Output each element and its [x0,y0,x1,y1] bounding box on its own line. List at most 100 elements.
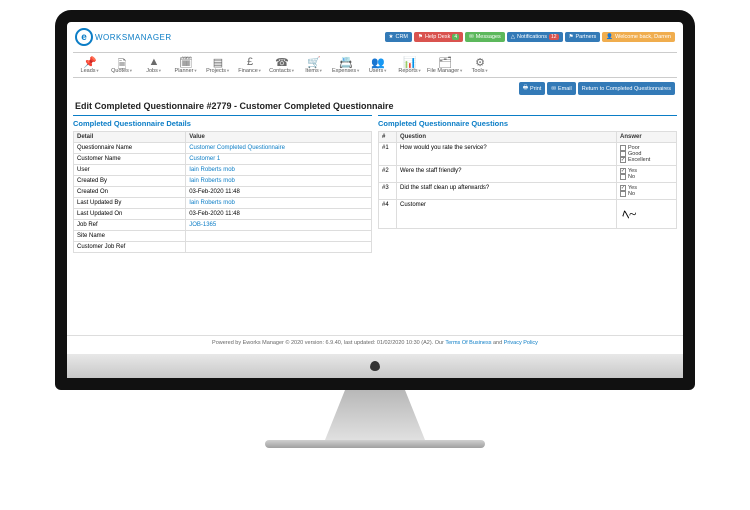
bell-icon: △ [511,34,515,40]
menu-icon: ⚙ [475,56,485,68]
page-title: Edit Completed Questionnaire #2779 - Cus… [73,99,677,115]
q-num: #3 [379,183,397,200]
terms-link[interactable]: Terms Of Business [445,340,491,346]
menu-tools[interactable]: ⚙Tools▼ [465,56,495,74]
mail-icon: ✉ [469,34,474,40]
detail-value: JOB-1365 [186,220,372,231]
menu-icon: 🗂 [438,56,452,68]
menu-jobs[interactable]: ▲Jobs▼ [139,56,169,74]
detail-row: Questionnaire NameCustomer Completed Que… [74,143,372,154]
col-answer: Answer [617,132,677,143]
menu-icon: ☎ [275,56,289,68]
q-text: Did the staff clean up afterwards? [397,183,617,200]
questions-heading: Completed Questionnaire Questions [378,116,677,131]
menu-icon: 🗎 [118,56,127,68]
detail-value [186,242,372,253]
detail-row: UserIain Roberts mob [74,165,372,176]
menu-reports[interactable]: 📊Reports▼ [395,56,425,74]
detail-key: Created On [74,187,186,198]
menu-leads[interactable]: 📌Leads▼ [75,56,105,74]
detail-link[interactable]: Iain Roberts mob [189,167,235,173]
menu-finance[interactable]: £Finance▼ [235,56,265,74]
q-num: #2 [379,166,397,183]
privacy-link[interactable]: Privacy Policy [504,340,538,346]
menu-expenses[interactable]: 📇Expenses▼ [331,56,361,74]
col-detail: Detail [74,132,186,143]
mail-icon: ✉ [551,86,556,92]
notifications-button[interactable]: △Notifications 12 [507,32,563,42]
detail-value: Iain Roberts mob [186,165,372,176]
detail-row: Site Name [74,231,372,242]
details-heading: Completed Questionnaire Details [73,116,372,131]
print-button[interactable]: 🖶Print [519,82,546,95]
monitor-chin [67,354,683,378]
questions-panel: Completed Questionnaire Questions #Quest… [378,115,677,253]
menu-icon: 🗓 [179,56,193,68]
detail-key: Site Name [74,231,186,242]
return-button[interactable]: Return to Completed Questionnaires [578,82,675,95]
helpdesk-badge: 4 [452,34,459,40]
menu-contacts[interactable]: ☎Contacts▼ [267,56,297,74]
detail-key: Customer Name [74,154,186,165]
apple-icon [370,361,380,371]
menu-quotes[interactable]: 🗎Quotes▼ [107,56,137,74]
q-answer: PoorGood✓Excellent [617,143,677,166]
detail-row: Last Updated On03-Feb-2020 11:48 [74,209,372,220]
user-icon: 👤 [606,34,613,40]
messages-button[interactable]: ✉Messages [465,32,505,42]
flag-icon: ⚑ [418,34,423,40]
helpdesk-button[interactable]: ⚑Help Desk 4 [414,32,463,42]
detail-link[interactable]: Customer Completed Questionnaire [189,145,285,151]
q-text: Customer [397,200,617,229]
menu-file-manager[interactable]: 🗂File Manager▼ [427,56,463,74]
details-table: DetailValue Questionnaire NameCustomer C… [73,131,372,253]
detail-value: Customer Completed Questionnaire [186,143,372,154]
logo-icon: e [75,28,93,46]
detail-link[interactable]: JOB-1365 [189,222,216,228]
detail-link[interactable]: Iain Roberts mob [189,200,235,206]
question-row: #4Customerﾍ~ [379,200,677,229]
menu-icon: 🛒 [307,56,321,68]
detail-key: Last Updated On [74,209,186,220]
menu-users[interactable]: 👥Users▼ [363,56,393,74]
detail-row: Created On03-Feb-2020 11:48 [74,187,372,198]
detail-row: Customer Job Ref [74,242,372,253]
menu-icon: ▲ [149,56,160,68]
question-row: #3Did the staff clean up afterwards?✓Yes… [379,183,677,200]
q-answer: ✓YesNo [617,166,677,183]
main-menu: 📌Leads▼🗎Quotes▼▲Jobs▼🗓Planner▼▤Projects▼… [73,52,677,78]
menu-items[interactable]: 🛒Items▼ [299,56,329,74]
detail-key: Created By [74,176,186,187]
monitor-stand [325,390,425,440]
detail-value [186,231,372,242]
menu-projects[interactable]: ▤Projects▼ [203,56,233,74]
q-text: How would you rate the service? [397,143,617,166]
logo-text: WORKSMANAGER [95,33,172,42]
q-text: Were the staff friendly? [397,166,617,183]
detail-value: 03-Feb-2020 11:48 [186,187,372,198]
checkbox-icon [620,191,626,197]
checkbox-icon: ✓ [620,157,626,163]
q-num: #1 [379,143,397,166]
email-button[interactable]: ✉Email [547,82,575,95]
q-answer: ✓YesNo [617,183,677,200]
flag-icon: ⚑ [569,34,574,40]
partners-button[interactable]: ⚑Partners [565,32,601,42]
crm-button[interactable]: ★CRM [385,32,412,42]
top-buttons: ★CRM ⚑Help Desk 4 ✉Messages △Notificatio… [385,32,675,42]
logo[interactable]: e WORKSMANAGER [75,28,172,46]
menu-planner[interactable]: 🗓Planner▼ [171,56,201,74]
detail-value: Iain Roberts mob [186,176,372,187]
q-answer: ﾍ~ [617,200,677,229]
detail-link[interactable]: Customer 1 [189,156,220,162]
q-num: #4 [379,200,397,229]
detail-row: Customer NameCustomer 1 [74,154,372,165]
menu-icon: 📊 [403,56,417,68]
detail-key: Last Updated By [74,198,186,209]
notifications-badge: 12 [549,34,559,40]
welcome-button[interactable]: 👤Welcome back, Darren [602,32,675,42]
detail-row: Created ByIain Roberts mob [74,176,372,187]
detail-link[interactable]: Iain Roberts mob [189,178,235,184]
menu-icon: ▤ [213,56,223,68]
monitor-base [265,440,485,448]
